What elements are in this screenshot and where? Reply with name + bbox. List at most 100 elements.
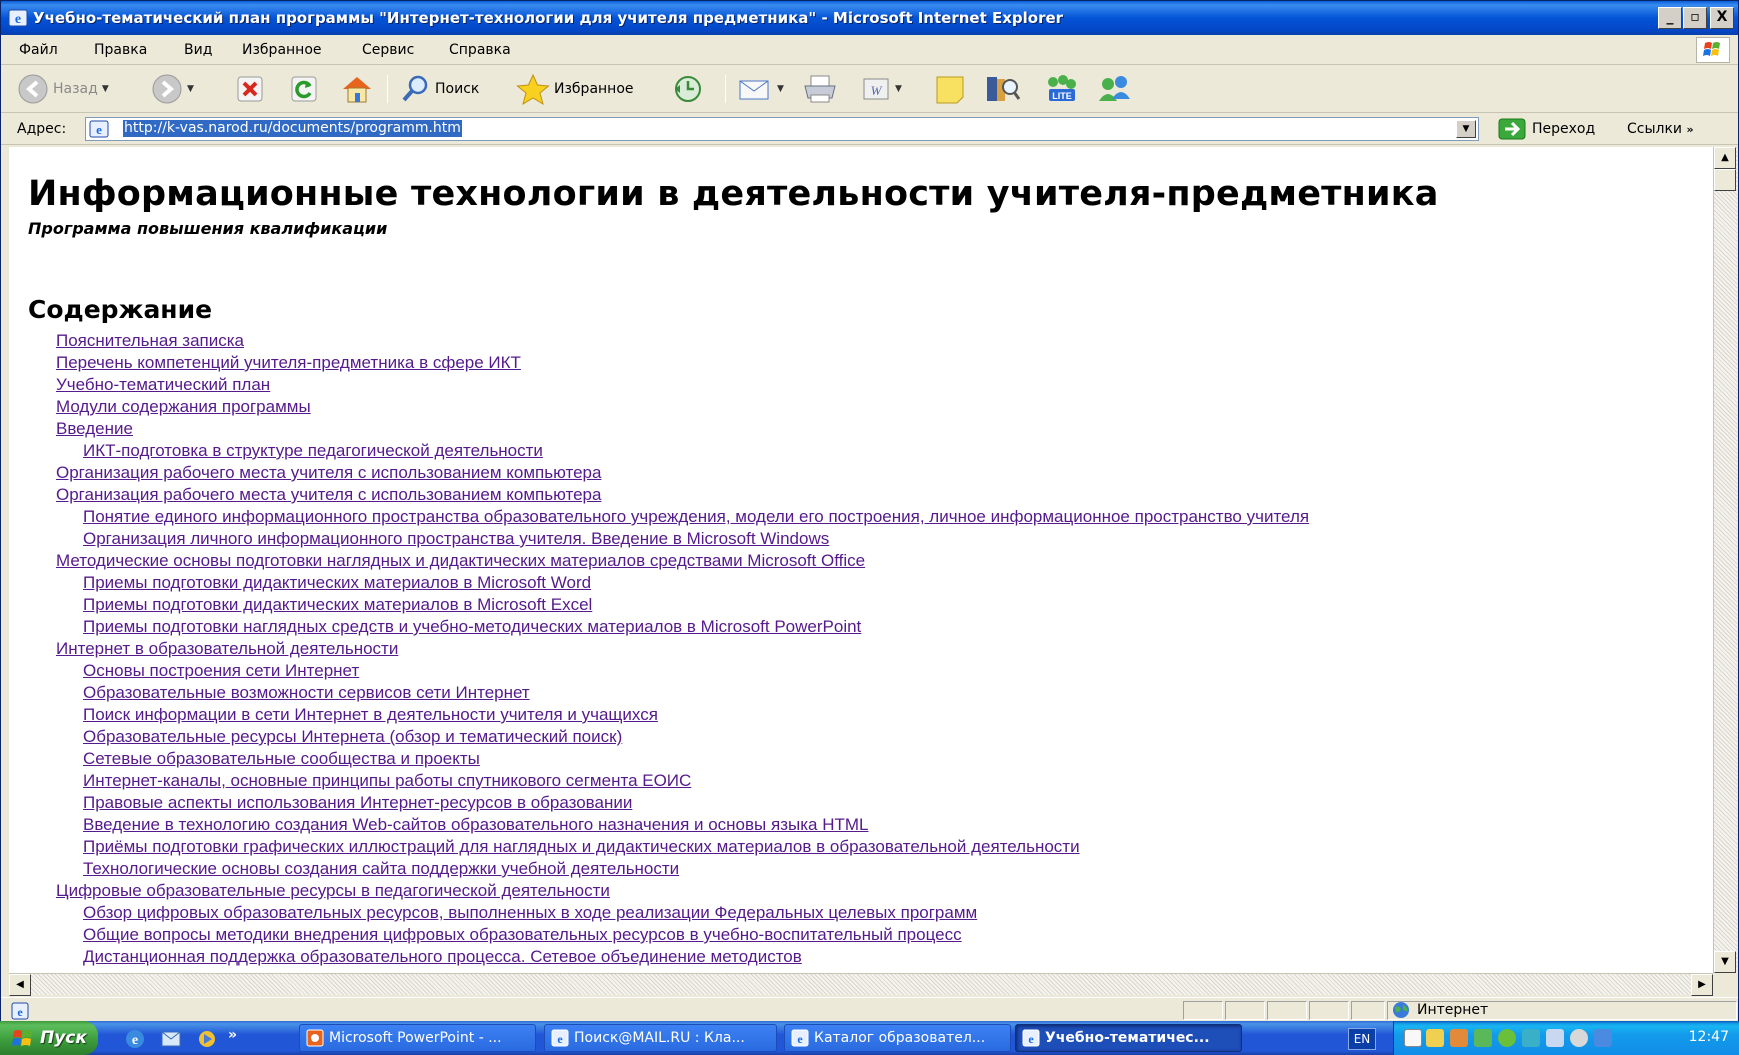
chevron-down-icon[interactable]: ▼ <box>187 84 194 94</box>
vertical-scroll-thumb[interactable] <box>1714 169 1736 191</box>
toc-link[interactable]: Приемы подготовки дидактических материал… <box>9 572 1709 594</box>
tray-network-icon[interactable] <box>1474 1029 1492 1047</box>
research-button[interactable] <box>983 73 1023 105</box>
edit-button[interactable]: W ▼ <box>861 73 902 105</box>
ie-icon: e <box>551 1029 569 1047</box>
toc-link[interactable]: Перечень компетенций учителя-предметника… <box>9 352 1709 374</box>
scroll-right-button[interactable]: ▶ <box>1691 974 1713 996</box>
home-button[interactable] <box>339 73 375 105</box>
start-button[interactable]: Пуск <box>0 1021 98 1055</box>
menu-favorites[interactable]: Избранное <box>242 42 322 58</box>
tray-toggle-icon[interactable] <box>1404 1029 1422 1047</box>
tray-calendar-icon[interactable] <box>1426 1029 1444 1047</box>
toc-link[interactable]: Модули содержания программы <box>9 396 1709 418</box>
toc-link[interactable]: ИКТ-подготовка в структуре педагогическо… <box>9 440 1709 462</box>
toc-link[interactable]: Общие вопросы методики внедрения цифровы… <box>9 924 1709 946</box>
toc-link[interactable]: Организация рабочего места учителя с исп… <box>9 462 1709 484</box>
go-button[interactable]: Переход <box>1498 117 1595 141</box>
svg-text:e: e <box>1028 1032 1034 1046</box>
chevron-down-icon[interactable]: ▼ <box>102 84 109 94</box>
menu-file[interactable]: Файл <box>19 42 58 58</box>
toc-link[interactable]: Приёмы подготовки графических иллюстраци… <box>9 836 1709 858</box>
menu-help[interactable]: Справка <box>449 42 511 58</box>
menu-tools[interactable]: Сервис <box>362 42 414 58</box>
ie-page-icon: e <box>11 1002 29 1020</box>
address-url[interactable]: http://k-vas.narod.ru/documents/programm… <box>123 120 462 137</box>
scroll-left-button[interactable]: ◀ <box>9 974 31 996</box>
toc-link[interactable]: Цифровые образовательные ресурсы в педаг… <box>9 880 1709 902</box>
toc-link[interactable]: Образовательные возможности сервисов сет… <box>9 682 1709 704</box>
toc-link[interactable]: Введение <box>9 418 1709 440</box>
status-cell <box>1225 1001 1265 1020</box>
menu-edit[interactable]: Правка <box>94 42 147 58</box>
taskbar-button-label: Поиск@MAIL.RU : Кла... <box>574 1030 745 1046</box>
toc-link[interactable]: Интернет в образовательной деятельности <box>9 638 1709 660</box>
title-bar[interactable]: e Учебно-тематический план программы "Ин… <box>1 1 1738 35</box>
toc-link[interactable]: Организация рабочего места учителя с исп… <box>9 484 1709 506</box>
minimize-button[interactable]: _ <box>1658 7 1682 29</box>
toc-link[interactable]: Введение в технологию создания Web-сайто… <box>9 814 1709 836</box>
language-indicator[interactable]: EN <box>1348 1028 1376 1050</box>
menu-view[interactable]: Вид <box>184 42 212 58</box>
address-dropdown-button[interactable]: ▼ <box>1456 120 1476 138</box>
toc-link[interactable]: Правовые аспекты использования Интернет-… <box>9 792 1709 814</box>
toc-link[interactable]: Образовательные ресурсы Интернета (обзор… <box>9 726 1709 748</box>
horizontal-scrollbar[interactable]: ◀ ▶ <box>9 973 1713 996</box>
toc-link[interactable]: Интернет-каналы, основные принципы работ… <box>9 770 1709 792</box>
toc-link[interactable]: Поиск информации в сети Интернет в деяте… <box>9 704 1709 726</box>
messenger-lite-button[interactable]: LITE <box>1041 73 1081 105</box>
svg-text:W: W <box>871 83 883 98</box>
toc-link[interactable]: Учебно-тематический план <box>9 374 1709 396</box>
standard-toolbar: Назад ▼ ▼ Поиск Избранное ▼ W ▼ LITE <box>1 65 1738 113</box>
toc-link[interactable]: Дистанционная поддержка образовательного… <box>9 946 1709 968</box>
scroll-down-button[interactable]: ▼ <box>1714 951 1736 973</box>
toc-link[interactable]: Пояснительная записка <box>9 330 1709 352</box>
toc-link[interactable]: Приемы подготовки наглядных средств и уч… <box>9 616 1709 638</box>
windows-logo-icon <box>1696 37 1730 63</box>
search-button[interactable]: Поиск <box>399 73 479 105</box>
taskbar-button[interactable]: Microsoft PowerPoint - ... <box>299 1024 536 1052</box>
forward-arrow-icon <box>152 74 182 104</box>
toc-link[interactable]: Организация личного информационного прос… <box>9 528 1709 550</box>
refresh-button[interactable] <box>289 73 319 105</box>
mail-button[interactable]: ▼ <box>737 73 784 105</box>
tray-sync-icon[interactable] <box>1522 1029 1540 1047</box>
history-button[interactable] <box>671 73 705 105</box>
taskbar-button[interactable]: e Учебно-тематичес... <box>1015 1024 1242 1052</box>
toc-link[interactable]: Технологические основы создания сайта по… <box>9 858 1709 880</box>
chevron-down-icon[interactable]: ▼ <box>777 84 784 94</box>
toc-heading: Содержание <box>28 295 213 324</box>
quicklaunch-more-button[interactable]: » <box>228 1027 237 1043</box>
messenger-button[interactable] <box>1095 73 1135 105</box>
tray-security-icon[interactable] <box>1570 1029 1588 1047</box>
back-button[interactable]: Назад ▼ <box>17 73 109 105</box>
toc-link[interactable]: Основы построения сети Интернет <box>9 660 1709 682</box>
tray-messenger-icon[interactable] <box>1498 1029 1516 1047</box>
toc-link[interactable]: Приемы подготовки дидактических материал… <box>9 594 1709 616</box>
vertical-scrollbar[interactable]: ▲ ▼ <box>1713 147 1737 973</box>
toc-link[interactable]: Понятие единого информационного простран… <box>9 506 1709 528</box>
stop-button[interactable] <box>235 73 265 105</box>
ie-quicklaunch-icon[interactable]: e <box>124 1028 146 1050</box>
favorites-button[interactable]: Избранное <box>516 73 634 105</box>
toc-link[interactable]: Методические основы подготовки наглядных… <box>9 550 1709 572</box>
chevron-down-icon[interactable]: ▼ <box>895 84 902 94</box>
research-icon <box>987 77 1021 101</box>
scroll-up-button[interactable]: ▲ <box>1714 147 1736 169</box>
media-quicklaunch-icon[interactable] <box>196 1028 218 1050</box>
tray-antivirus-icon[interactable] <box>1594 1029 1612 1047</box>
outlook-quicklaunch-icon[interactable] <box>160 1028 182 1050</box>
tray-app-icon[interactable] <box>1450 1029 1468 1047</box>
taskbar-button[interactable]: e Поиск@MAIL.RU : Кла... <box>544 1024 777 1052</box>
tray-ime-icon[interactable] <box>1546 1029 1564 1047</box>
toc-link[interactable]: Сетевые образовательные сообщества и про… <box>9 748 1709 770</box>
maximize-button[interactable]: ▫ <box>1683 7 1707 29</box>
toc-link[interactable]: Обзор цифровых образовательных ресурсов,… <box>9 902 1709 924</box>
svg-text:e: e <box>797 1032 803 1046</box>
taskbar-button[interactable]: e Каталог образовател... <box>784 1024 1011 1052</box>
print-button[interactable] <box>801 73 839 105</box>
discuss-button[interactable] <box>933 73 969 105</box>
links-button[interactable]: Ссылки » <box>1627 121 1694 137</box>
close-button[interactable]: X <box>1710 7 1734 29</box>
forward-button[interactable]: ▼ <box>151 73 194 105</box>
